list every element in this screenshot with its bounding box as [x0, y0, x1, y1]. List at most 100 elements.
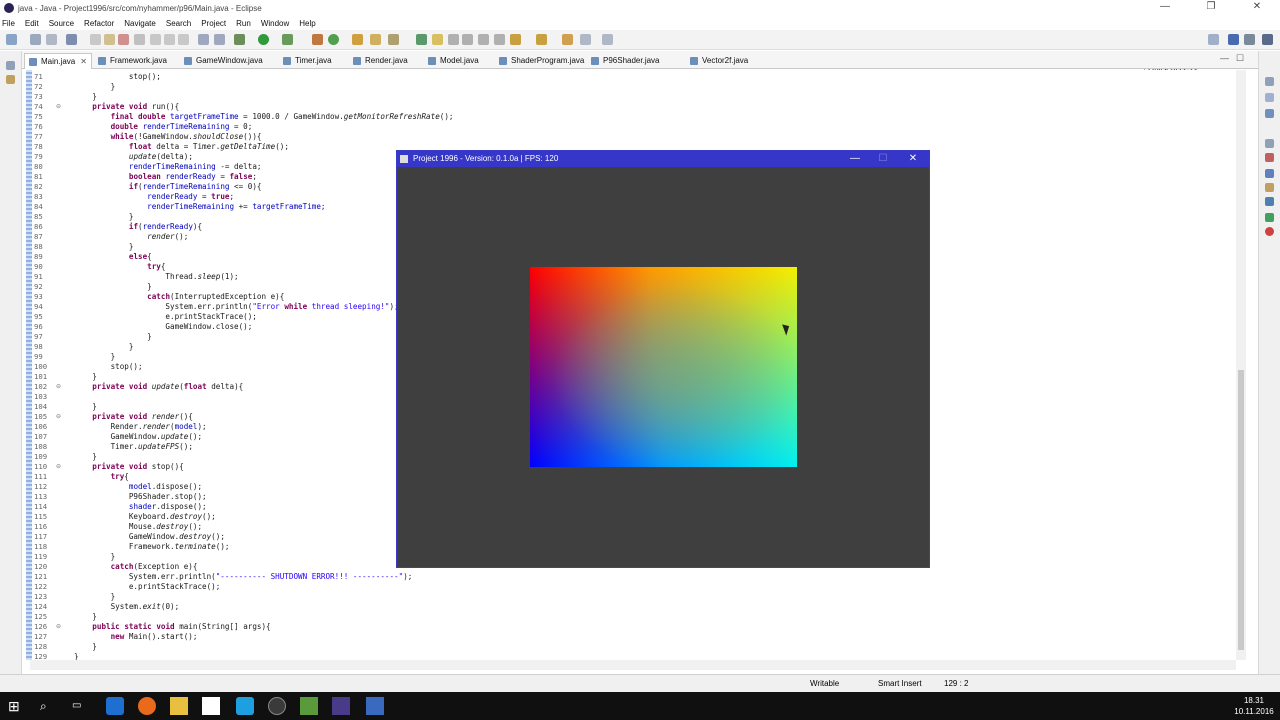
- save-icon[interactable]: [30, 34, 41, 45]
- tab-p96shader-java[interactable]: P96Shader.java: [587, 53, 660, 69]
- code-line[interactable]: render();: [74, 232, 188, 241]
- code-line[interactable]: }: [74, 352, 116, 361]
- code-line[interactable]: }: [74, 372, 97, 381]
- debug-icon[interactable]: [234, 34, 245, 45]
- new-icon[interactable]: [6, 34, 17, 45]
- code-line[interactable]: stop();: [74, 72, 161, 81]
- code-line[interactable]: final double targetFrameTime = 1000.0 / …: [74, 112, 454, 121]
- code-line[interactable]: new Main().start();: [74, 632, 198, 641]
- menu-project[interactable]: Project: [201, 19, 226, 28]
- last-edit-location-icon[interactable]: [562, 34, 573, 45]
- git-perspective-icon[interactable]: [1262, 34, 1273, 45]
- previous-annotation-icon[interactable]: [536, 34, 547, 45]
- obs-icon[interactable]: [268, 697, 286, 715]
- code-line[interactable]: Timer.updateFPS();: [74, 442, 193, 451]
- step-into-icon[interactable]: [150, 34, 161, 45]
- tab-framework-java[interactable]: Framework.java: [94, 53, 167, 69]
- file-explorer-icon[interactable]: [170, 697, 188, 715]
- task-list-icon[interactable]: [1265, 93, 1274, 102]
- code-line[interactable]: }: [74, 452, 97, 461]
- start-windows-icon[interactable]: ⊞: [8, 697, 26, 715]
- restore-right-icon[interactable]: [1265, 77, 1274, 86]
- code-line[interactable]: model.dispose();: [74, 482, 202, 491]
- task-view-icon[interactable]: ▭: [72, 697, 90, 715]
- fold-toggle-icon[interactable]: ⊖: [56, 413, 61, 420]
- show-source-icon[interactable]: [478, 34, 489, 45]
- use-step-filters-icon[interactable]: [214, 34, 225, 45]
- code-line[interactable]: Thread.sleep(1);: [74, 272, 238, 281]
- scroll-thumb[interactable]: [1238, 370, 1244, 650]
- skype-icon[interactable]: [236, 697, 254, 715]
- package-explorer-icon[interactable]: [6, 75, 15, 84]
- game-maximize-button[interactable]: ☐: [869, 151, 897, 167]
- eclipse-taskbar-icon[interactable]: [332, 697, 350, 715]
- close-button[interactable]: ✕: [1234, 0, 1280, 16]
- code-line[interactable]: if(renderReady){: [74, 222, 202, 231]
- show-whitespace-icon[interactable]: [462, 34, 473, 45]
- debug-perspective-icon[interactable]: [1244, 34, 1255, 45]
- code-line[interactable]: e.printStackTrace();: [74, 582, 220, 591]
- print-icon[interactable]: [66, 34, 77, 45]
- code-line[interactable]: e.printStackTrace();: [74, 312, 256, 321]
- fold-toggle-icon[interactable]: ⊖: [56, 623, 61, 630]
- system-clock[interactable]: 18.31 10.11.2016: [1232, 695, 1276, 717]
- code-line[interactable]: private void stop(){: [74, 462, 183, 471]
- declaration-icon[interactable]: [1265, 183, 1274, 192]
- tab-main-java[interactable]: Main.java ✕: [24, 53, 92, 69]
- code-line[interactable]: }: [74, 402, 97, 411]
- minimize-editor-icon[interactable]: —: [1220, 53, 1229, 63]
- new-java-project-icon[interactable]: [328, 34, 339, 45]
- close-tab-icon[interactable]: ✕: [80, 57, 87, 66]
- menu-refactor[interactable]: Refactor: [84, 19, 114, 28]
- outline-icon[interactable]: [1265, 109, 1274, 118]
- toggle-mark-occurrences-icon[interactable]: [432, 34, 443, 45]
- code-line[interactable]: private void update(float delta){: [74, 382, 243, 391]
- code-line[interactable]: try{: [74, 472, 129, 481]
- new-package-icon[interactable]: [352, 34, 363, 45]
- resume-icon[interactable]: [104, 34, 115, 45]
- javadoc-icon[interactable]: [1265, 169, 1274, 178]
- menu-navigate[interactable]: Navigate: [124, 19, 156, 28]
- edge-icon[interactable]: [106, 697, 124, 715]
- code-line[interactable]: private void render(){: [74, 412, 193, 421]
- menu-edit[interactable]: Edit: [25, 19, 39, 28]
- code-line[interactable]: }: [74, 332, 152, 341]
- back-icon[interactable]: [580, 34, 591, 45]
- tab-render-java[interactable]: Render.java: [349, 53, 408, 69]
- code-line[interactable]: double renderTimeRemaining = 0;: [74, 122, 253, 131]
- tab-shaderprogram-java[interactable]: ShaderProgram.java: [495, 53, 584, 69]
- horizontal-scrollbar[interactable]: [30, 660, 1236, 670]
- code-line[interactable]: float delta = Timer.getDeltaTime();: [74, 142, 289, 151]
- tab-model-java[interactable]: Model.java: [424, 53, 479, 69]
- game-window[interactable]: Project 1996 - Version: 0.1.0a | FPS: 12…: [396, 150, 930, 568]
- game-minimize-button[interactable]: —: [841, 151, 869, 167]
- code-line[interactable]: }: [74, 592, 116, 601]
- disconnect-icon[interactable]: [134, 34, 145, 45]
- code-line[interactable]: update(delta);: [74, 152, 193, 161]
- code-line[interactable]: private void run(){: [74, 102, 179, 111]
- drop-to-frame-icon[interactable]: [198, 34, 209, 45]
- code-line[interactable]: }: [74, 612, 97, 621]
- menu-file[interactable]: File: [2, 19, 15, 28]
- error-log-icon[interactable]: [1265, 227, 1274, 236]
- next-annotation-icon[interactable]: [510, 34, 521, 45]
- skip-breakpoints-icon[interactable]: [90, 34, 101, 45]
- code-line[interactable]: boolean renderReady = false;: [74, 172, 257, 181]
- fold-toggle-icon[interactable]: ⊖: [56, 383, 61, 390]
- maximize-button[interactable]: ❐: [1188, 0, 1234, 16]
- code-line[interactable]: Render.render(model);: [74, 422, 207, 431]
- code-line[interactable]: while(!GameWindow.shouldClose()){: [74, 132, 262, 141]
- save-all-icon[interactable]: [46, 34, 57, 45]
- menu-search[interactable]: Search: [166, 19, 191, 28]
- code-line[interactable]: GameWindow.update();: [74, 432, 202, 441]
- code-line[interactable]: public static void main(String[] args){: [74, 622, 270, 631]
- run-icon[interactable]: [258, 34, 269, 45]
- notepad-icon[interactable]: [300, 697, 318, 715]
- code-line[interactable]: }: [74, 212, 134, 221]
- code-line[interactable]: Mouse.destroy();: [74, 522, 202, 531]
- menu-help[interactable]: Help: [299, 19, 315, 28]
- vertical-scrollbar[interactable]: [1236, 70, 1246, 660]
- external-tools-icon[interactable]: [312, 34, 323, 45]
- code-line[interactable]: renderReady = true;: [74, 192, 234, 201]
- game-close-button[interactable]: ✕: [899, 151, 927, 167]
